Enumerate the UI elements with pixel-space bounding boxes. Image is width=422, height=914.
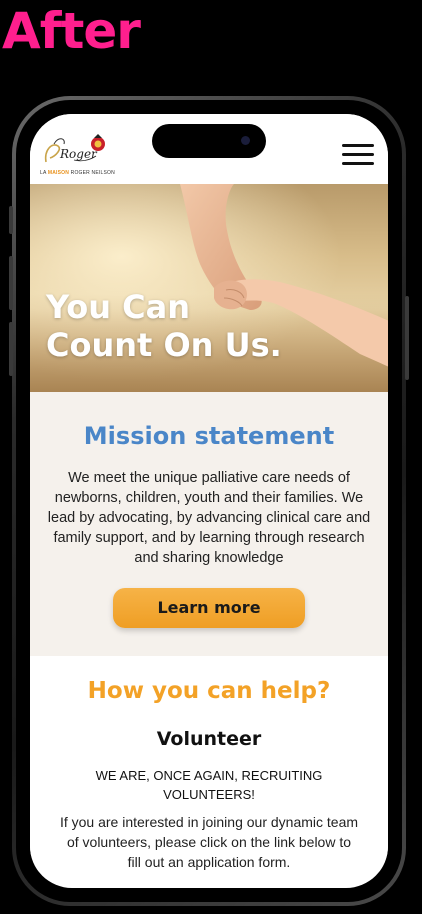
volunteer-announcement: WE ARE, ONCE AGAIN, RECRUITING VOLUNTEER… (95, 768, 323, 802)
mission-section: Mission statement We meet the unique pal… (30, 392, 388, 656)
help-section: How you can help? Volunteer WE ARE, ONCE… (30, 656, 388, 872)
hamburger-menu-icon[interactable] (342, 144, 374, 168)
after-label: After (2, 2, 141, 60)
volunteer-heading: Volunteer (156, 728, 262, 750)
mission-body: We meet the unique palliative care needs… (47, 470, 371, 566)
logo-wordmark: LA MAISON ROGER NEILSON (40, 170, 115, 176)
phone-action-button (9, 206, 13, 234)
site-logo[interactable]: Roger LA MAISON ROGER NEILSON (40, 132, 115, 180)
phone-volume-up-button (9, 256, 13, 310)
menu-line (342, 153, 374, 156)
phone-power-button (405, 296, 409, 380)
menu-line (342, 144, 374, 147)
volunteer-body: If you are interested in joining our dyn… (59, 814, 359, 870)
hero-banner: You Can Count On Us. (30, 184, 388, 392)
mission-heading: Mission statement (83, 422, 335, 450)
dynamic-island (152, 124, 266, 158)
hero-title: You Can Count On Us. (46, 288, 282, 364)
phone-screen: Roger LA MAISON ROGER NEILSON You Can Co… (30, 114, 388, 888)
camera-icon (241, 136, 250, 145)
svg-text:Roger: Roger (59, 147, 98, 161)
help-heading: How you can help? (87, 678, 331, 704)
phone-volume-down-button (9, 322, 13, 376)
learn-more-button[interactable]: Learn more (113, 588, 305, 628)
phone-frame: Roger LA MAISON ROGER NEILSON You Can Co… (9, 96, 409, 906)
logo-mark-icon: Roger (44, 134, 105, 163)
menu-line (342, 162, 374, 165)
